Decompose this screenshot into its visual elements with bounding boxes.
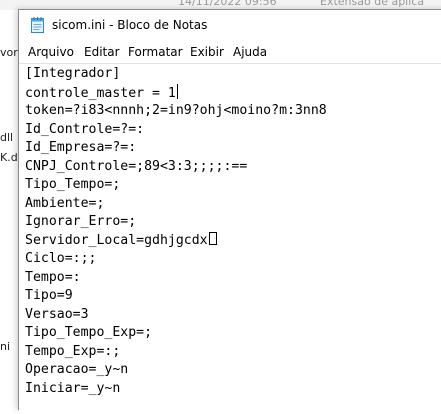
editor-line: Id_Empresa=?=:: [25, 139, 136, 156]
window-title: sicom.ini - Bloco de Notas: [52, 18, 208, 32]
editor-line: Tipo=9: [25, 287, 73, 304]
editor-line-text: [Integrador]: [25, 66, 121, 81]
editor-line: Servidor_Local=gdhjgcdx: [25, 231, 217, 249]
editor-line: Tempo=:: [25, 269, 81, 286]
editor-line-text: Id_Empresa=?=:: [25, 140, 137, 155]
editor-line: Tipo_Tempo_Exp=;: [25, 324, 152, 341]
menu-ajuda[interactable]: Ajuda: [232, 44, 268, 60]
text-cursor: [176, 83, 178, 99]
editor-line: [Integrador]: [25, 65, 120, 82]
editor-line: controle_master = 1: [25, 83, 178, 102]
menu-exibir[interactable]: Exibir: [189, 44, 225, 60]
editor-line: Ciclo=:;;: [25, 250, 96, 267]
background-file-label: ni: [0, 340, 11, 353]
editor-line-text: Versao=3: [25, 306, 89, 322]
editor-line-text: CNPJ_Controle=;89<3:3;;;;:==: [25, 158, 248, 174]
editor-line: token=?i83<nnnh;2=in9?ohj<moino?m:3nn8: [25, 102, 327, 119]
menu-bar: Arquivo Editar Formatar Exibir Ajuda: [19, 41, 441, 63]
notepad-icon: [31, 17, 44, 33]
background-file-type: Extensão de aplica: [320, 0, 425, 8]
text-editor-area[interactable]: [Integrador] controle_master = 1 token=?…: [19, 63, 441, 414]
editor-line: Versao=3: [25, 306, 89, 323]
editor-line-text: token=?i83<nnnh;2=in9?ohj<moino?m:3nn8: [25, 103, 327, 118]
editor-line-text: Operacao=_y~n: [25, 362, 129, 377]
editor-line: Ambiente=;: [25, 195, 104, 212]
editor-line-text: Ciclo=:;;: [25, 251, 97, 266]
editor-line-text: Ambiente=;: [25, 195, 105, 211]
menu-formatar[interactable]: Formatar: [127, 44, 184, 60]
editor-line-text: Ignorar_Erro=;: [25, 214, 137, 229]
editor-line: CNPJ_Controle=;89<3:3;;;;:==: [25, 158, 247, 175]
unprintable-char-glyph: [208, 231, 217, 245]
editor-line-text: controle_master = 1: [25, 85, 176, 101]
editor-line-text: Tipo_Tempo_Exp=;: [25, 325, 153, 340]
editor-line: Operacao=_y~n: [25, 361, 128, 378]
notepad-window: sicom.ini - Bloco de Notas Arquivo Edita…: [18, 9, 441, 414]
editor-line: Tipo_Tempo=;: [25, 176, 120, 193]
menu-arquivo[interactable]: Arquivo: [27, 44, 75, 60]
title-bar[interactable]: sicom.ini - Bloco de Notas: [19, 10, 441, 41]
editor-line: Id_Controle=?=:: [25, 121, 144, 138]
editor-line-text: Tempo_Exp=:;: [25, 343, 121, 359]
background-date-modified: 14/11/2022 09:56: [178, 0, 277, 8]
menu-editar[interactable]: Editar: [83, 44, 121, 60]
editor-line-text: Tempo=:: [25, 269, 81, 285]
editor-line: Ignorar_Erro=;: [25, 213, 136, 230]
editor-line: Tempo_Exp=:;: [25, 343, 120, 360]
editor-line-text: Iniciar=_y~n: [25, 380, 121, 396]
background-file-label: dll: [0, 131, 14, 144]
editor-line-text: Tipo=9: [25, 288, 73, 303]
editor-line-text: Servidor_Local=gdhjgcdx: [25, 232, 208, 248]
editor-line: Iniciar=_y~n: [25, 380, 120, 397]
editor-line-text: Tipo_Tempo=;: [25, 177, 121, 192]
editor-line-text: Id_Controle=?=:: [25, 121, 145, 137]
